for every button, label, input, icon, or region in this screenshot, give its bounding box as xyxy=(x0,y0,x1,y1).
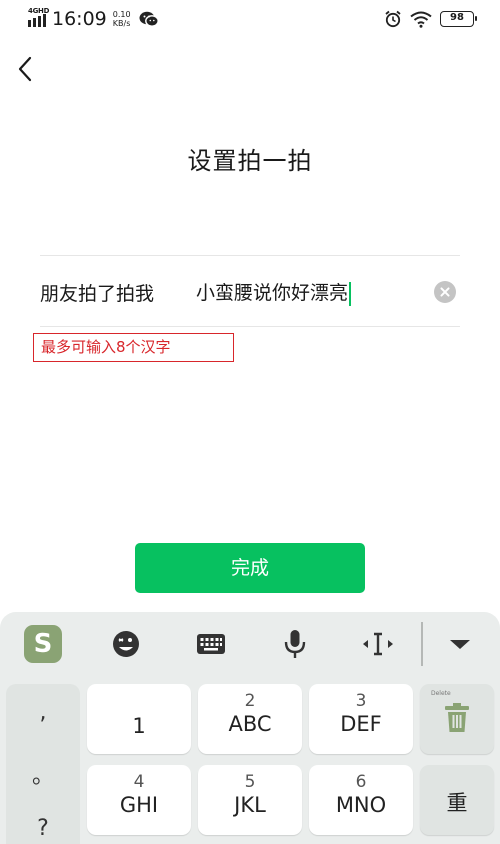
reset-key[interactable]: 重 xyxy=(420,765,494,835)
pat-text-input[interactable]: 小蛮腰说你好漂亮 xyxy=(196,278,351,306)
key-2[interactable]: 2 ABC xyxy=(198,684,302,754)
keyboard-switch-button[interactable] xyxy=(193,626,229,662)
pat-text-field[interactable]: 朋友拍了拍我 小蛮腰说你好漂亮 xyxy=(40,270,460,314)
key-label: 1 xyxy=(132,714,146,738)
key-3[interactable]: 3 DEF xyxy=(309,684,413,754)
input-bottom-divider xyxy=(40,326,460,327)
punct-period-key[interactable]: 。 xyxy=(6,758,80,790)
key-6[interactable]: 6 MNO xyxy=(309,765,413,835)
key-4[interactable]: 4 GHI xyxy=(87,765,191,835)
back-button[interactable] xyxy=(12,52,42,86)
speed-unit: KB/s xyxy=(112,19,131,28)
key-letters: MNO xyxy=(335,793,387,817)
battery-icon: 98 xyxy=(440,11,477,27)
collapse-keyboard-button[interactable] xyxy=(442,626,478,662)
toolbar-divider xyxy=(421,622,423,666)
emoji-icon xyxy=(113,631,139,657)
input-top-divider xyxy=(40,255,460,256)
punct-comma-key[interactable]: , xyxy=(6,700,80,725)
input-value-text: 小蛮腰说你好漂亮 xyxy=(196,282,349,305)
delete-key[interactable]: Delete xyxy=(420,684,494,754)
reset-label: 重 xyxy=(446,791,468,815)
cursor-move-button[interactable] xyxy=(360,626,396,662)
char-limit-hint: 最多可输入8个汉字 xyxy=(33,333,234,362)
key-number: 4 xyxy=(133,772,145,792)
clear-circle-icon[interactable] xyxy=(434,281,456,303)
sogou-logo-icon[interactable]: S xyxy=(24,625,62,663)
wechat-icon xyxy=(139,11,159,27)
key-letters: JKL xyxy=(234,793,266,817)
status-bar: 4GHD 16:09 0.10 KB/s 98 xyxy=(0,0,500,40)
keyboard-toolbar: S xyxy=(0,612,500,678)
key-letters: DEF xyxy=(340,712,382,736)
collapse-down-icon xyxy=(450,640,470,649)
voice-input-button[interactable] xyxy=(277,626,313,662)
input-prefix: 朋友拍了拍我 xyxy=(40,282,155,305)
done-button[interactable]: 完成 xyxy=(135,543,365,593)
delete-label: Delete xyxy=(431,690,451,697)
key-number: 3 xyxy=(355,691,367,711)
key-number: 6 xyxy=(355,772,367,792)
speed-value: 0.10 xyxy=(112,10,131,19)
alarm-icon xyxy=(385,10,401,28)
status-time: 16:09 xyxy=(52,8,107,30)
key-1[interactable]: 1 xyxy=(87,684,191,754)
battery-level: 98 xyxy=(450,12,464,23)
keyboard: S , 。 ? 1 2 ABC 3 DEF Delete 4 GHI 5 JKL… xyxy=(0,612,500,844)
key-number: 5 xyxy=(244,772,256,792)
key-letters: ABC xyxy=(228,712,272,736)
signal-icon: 4GHD xyxy=(28,7,49,29)
page-title: 设置拍一拍 xyxy=(187,147,313,175)
punct-question-key[interactable]: ? xyxy=(6,816,80,841)
microphone-icon xyxy=(284,630,306,658)
chevron-left-icon xyxy=(18,56,32,82)
wifi-icon xyxy=(410,11,432,28)
cursor-move-icon xyxy=(363,632,393,656)
key-letters: GHI xyxy=(119,793,159,817)
key-number: 2 xyxy=(244,691,256,711)
text-caret xyxy=(349,281,351,306)
punctuation-column: , 。 ? xyxy=(6,684,80,844)
keyboard-icon xyxy=(197,634,225,654)
trash-icon xyxy=(445,703,469,732)
key-5[interactable]: 5 JKL xyxy=(198,765,302,835)
network-speed: 0.10 KB/s xyxy=(113,10,131,28)
emoji-button[interactable] xyxy=(108,626,144,662)
